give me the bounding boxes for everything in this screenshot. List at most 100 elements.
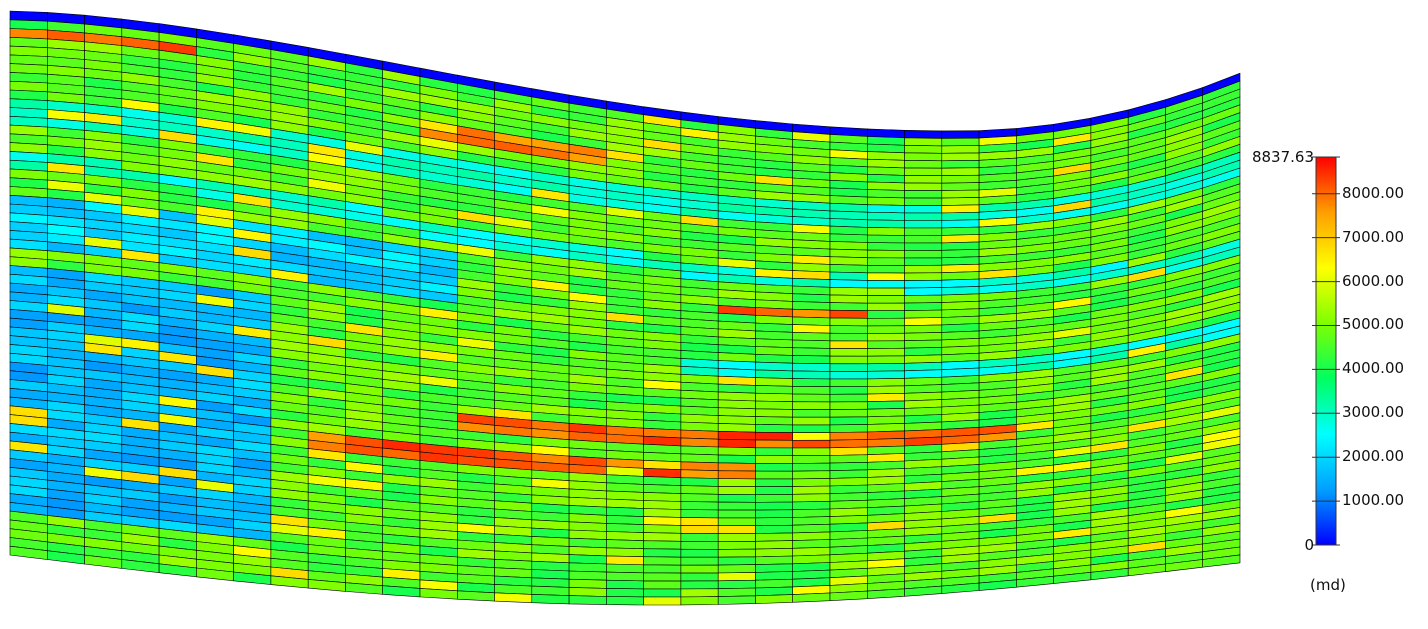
grid-cell xyxy=(755,346,794,356)
grid-cell xyxy=(866,438,905,448)
grid-cell xyxy=(606,571,644,582)
grid-cell xyxy=(904,182,943,191)
grid-cell xyxy=(792,355,831,365)
grid-cell xyxy=(717,446,756,456)
grid-cell xyxy=(829,378,868,388)
grid-cell xyxy=(941,226,980,236)
grid-cell xyxy=(680,548,719,558)
grid-cell xyxy=(829,469,868,479)
grid-cell xyxy=(866,392,905,403)
grid-cell xyxy=(941,182,980,191)
grid-cell xyxy=(829,416,868,426)
grid-cell xyxy=(829,401,868,410)
grid-cell xyxy=(866,415,905,425)
grid-cell xyxy=(904,129,943,139)
grid-cell xyxy=(829,446,868,456)
grid-cell xyxy=(904,242,943,251)
grid-cell xyxy=(606,555,644,566)
grid-cell xyxy=(866,158,905,169)
grid-cell xyxy=(829,461,868,472)
colorbar-min-label: 0 xyxy=(1304,536,1314,554)
grid-cell xyxy=(904,272,943,281)
grid-cell xyxy=(717,572,756,582)
grid-cell xyxy=(755,400,794,410)
grid-cell xyxy=(792,385,831,395)
grid-cell xyxy=(606,547,644,558)
grid-cell xyxy=(680,509,719,519)
grid-cell xyxy=(866,272,905,281)
grid-cell xyxy=(643,484,682,494)
grid-cell xyxy=(717,430,756,441)
grid-cell xyxy=(829,590,868,602)
grid-cell xyxy=(904,287,943,296)
grid-cell xyxy=(643,572,682,582)
grid-cell xyxy=(829,302,868,312)
grid-cell xyxy=(829,393,868,403)
grid-cell xyxy=(904,159,943,169)
grid-cell xyxy=(866,219,905,229)
grid-cell xyxy=(866,166,905,176)
grid-cell xyxy=(717,462,756,472)
grid-cell xyxy=(941,234,980,244)
grid-cell xyxy=(792,316,831,326)
grid-cell xyxy=(866,196,905,206)
grid-cell xyxy=(680,493,719,503)
grid-cell xyxy=(755,447,794,457)
grid-cell xyxy=(643,556,682,566)
grid-cell xyxy=(755,361,794,372)
grid-cell xyxy=(904,137,943,147)
grid-cell xyxy=(941,130,980,139)
grid-cell xyxy=(904,197,943,206)
grid-cell xyxy=(829,248,868,259)
grid-cell xyxy=(680,532,719,542)
grid-cell xyxy=(792,592,831,603)
grid-cell xyxy=(755,408,794,418)
grid-cell xyxy=(680,540,719,550)
grid-cell xyxy=(643,564,682,574)
grid-cell xyxy=(568,570,607,581)
colorbar-tick-label: 5000.00 xyxy=(1342,315,1405,334)
grid-cell xyxy=(829,340,868,349)
grid-cell xyxy=(829,492,868,502)
grid-cell xyxy=(904,279,943,289)
grid-cell xyxy=(717,478,756,488)
grid-cell xyxy=(866,430,905,440)
grid-cell xyxy=(606,506,644,517)
grid-cell xyxy=(568,554,607,565)
grid-cell xyxy=(866,400,905,410)
grid-cell xyxy=(866,362,905,372)
grid-cell xyxy=(755,563,794,573)
grid-cell xyxy=(866,287,905,296)
grid-cell xyxy=(755,392,794,403)
grid-cell xyxy=(904,152,943,162)
grid-cell xyxy=(866,340,905,349)
grid-cell xyxy=(904,249,943,259)
grid-cell xyxy=(829,325,868,334)
colorbar-unit: (md) xyxy=(1310,576,1346,594)
grid-cell xyxy=(829,225,868,236)
grid-cell xyxy=(717,486,756,495)
grid-cell xyxy=(792,470,831,480)
grid-cell xyxy=(755,369,794,379)
grid-cell xyxy=(792,500,831,511)
grid-cell xyxy=(829,424,868,433)
grid-cell xyxy=(866,295,905,304)
grid-cell xyxy=(829,484,868,495)
grid-cell xyxy=(606,588,644,598)
grid-cell xyxy=(643,532,682,542)
grid-cell xyxy=(680,501,719,511)
grid-cell xyxy=(680,580,719,590)
grid-cell xyxy=(904,205,943,214)
grid-cell xyxy=(606,531,644,542)
grid-cell xyxy=(792,516,831,526)
grid-cell xyxy=(792,308,831,319)
grid-cell xyxy=(829,286,868,296)
grid-cell xyxy=(941,145,980,154)
grid-cell xyxy=(792,523,831,534)
grid-cell xyxy=(829,317,868,327)
grid-cell xyxy=(792,301,831,311)
grid-cell xyxy=(866,264,905,274)
grid-cell xyxy=(792,424,831,433)
grid-cell xyxy=(755,555,794,565)
grid-cell xyxy=(755,385,794,395)
